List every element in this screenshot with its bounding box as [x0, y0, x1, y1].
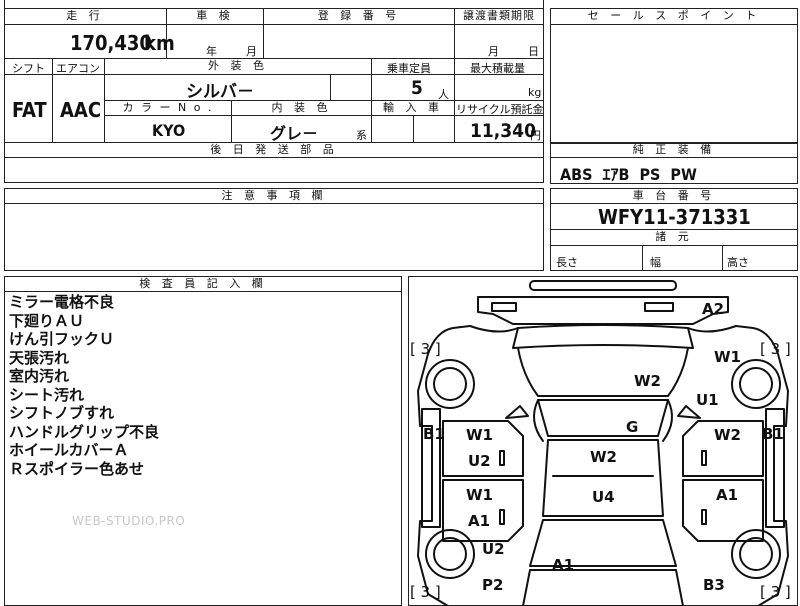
ac-header: エアコン [56, 62, 100, 75]
damage-label-w2-right-door: W2 [714, 426, 741, 444]
inspection-year-unit: 年 [206, 45, 217, 58]
capacity-header: 乗車定員 [387, 62, 431, 75]
ext-color-value: シルバ－ [186, 82, 254, 102]
shift-header: シフト [12, 62, 45, 75]
damage-label-b1-left: B1 [423, 425, 445, 443]
damage-label-a1-bottom: A1 [552, 556, 575, 574]
damage-label-b1-right: B1 [762, 425, 784, 443]
sales-point-header: セ ー ル ス ポ イ ン ト [551, 10, 797, 22]
damage-label-w1-left-rear: W1 [466, 486, 493, 504]
load-unit: kg [528, 86, 542, 99]
inspection-header: 車 検 [167, 10, 263, 22]
inspector-note: けん引フックＵ [9, 330, 115, 348]
recycle-unit: 円 [530, 129, 541, 142]
later-parts-header: 後 日 発 送 部 品 [5, 144, 543, 156]
registration-header: 登 録 番 号 [264, 10, 454, 22]
damage-label-w2-roof: W2 [590, 448, 617, 466]
recycle-header: リサイクル預託金 [456, 103, 544, 116]
interior-value: グレ－ [270, 124, 319, 143]
color-no-header: カ ラ ー N o . [105, 102, 231, 114]
equipment-header: 純 正 装 備 [551, 144, 797, 156]
color-no-value: KYO [152, 121, 186, 140]
mileage-unit: km [144, 31, 175, 55]
bracket-count-bl: [ 3 ] [410, 583, 441, 601]
bracket-count-tr: [ 3 ] [760, 340, 791, 358]
inspector-notes-list: ミラー電格不良 下廻りＡＵ けん引フックＵ 天張汚れ 室内汚れ シート汚れ シフ… [9, 293, 159, 478]
inspector-note: ハンドルグリップ不良 [9, 422, 160, 441]
inspection-month-unit: 月 [246, 45, 257, 58]
transfer-month-unit: 月 [488, 45, 499, 58]
inspector-header: 検 査 員 記 入 欄 [5, 278, 401, 290]
mileage-value: 170,430 [70, 31, 152, 55]
transfer-deadline-header: 譲渡書類期限 [455, 10, 543, 22]
equipment-value: ABS ｴｱB PS PW [560, 165, 697, 184]
ac-value: AAC [60, 98, 102, 122]
inspector-note: シフトノブすれ [9, 404, 115, 422]
damage-label-b3: B3 [703, 576, 725, 594]
damage-label-g: G [626, 418, 639, 436]
damage-label-u2-left-door: U2 [468, 452, 491, 470]
interior-header: 内 装 色 [232, 102, 371, 114]
chassis-number: WFY11-371331 [598, 205, 751, 229]
dims-header: 諸 元 [551, 231, 797, 243]
max-load-header: 最大積載量 [470, 62, 525, 75]
chassis-header: 車 台 番 号 [551, 190, 797, 202]
inspector-note: Ｒスポイラー色あせ [9, 459, 145, 478]
bracket-count-br: [ 3 ] [760, 583, 791, 601]
later-parts-box [4, 157, 544, 183]
inspector-note: ホイールカバーＡ [9, 441, 129, 459]
import-header: 輸 入 車 [372, 102, 454, 114]
width-label: 幅 [650, 256, 661, 269]
damage-label-p2: P2 [482, 576, 504, 594]
damage-label-u4: U4 [592, 488, 615, 506]
watermark: WEB-STUDIO.PRO [72, 514, 186, 528]
length-label: 長さ [556, 256, 578, 269]
damage-label-w1-front-right: W1 [714, 348, 741, 366]
bracket-count-tl: [ 3 ] [410, 340, 441, 358]
damage-label-u1: U1 [696, 391, 719, 409]
capacity-value: 5 [411, 77, 423, 99]
sales-point-box [550, 8, 798, 144]
damage-label-a2: A2 [702, 300, 725, 318]
interior-suffix: 系 [356, 129, 367, 142]
inspector-note: 下廻りＡＵ [9, 311, 85, 330]
damage-label-a1-left-rear: A1 [468, 512, 491, 530]
damage-label-a1-right-rear: A1 [716, 486, 739, 504]
height-label: 高さ [727, 256, 749, 269]
ext-color-header: 外 装 色 [105, 60, 371, 72]
damage-label-w1-left-door: W1 [466, 426, 493, 444]
inspector-note: シート汚れ [9, 385, 85, 404]
transfer-day-unit: 日 [528, 45, 539, 58]
damage-label-u2-bottom: U2 [482, 540, 505, 558]
inspector-note: ミラー電格不良 [9, 293, 115, 311]
damage-label-w2-hood: W2 [634, 372, 661, 390]
shift-value: FAT [12, 98, 47, 122]
mileage-header: 走 行 [5, 10, 165, 22]
inspector-note: 室内汚れ [9, 367, 70, 385]
inspector-note: 天張汚れ [9, 348, 70, 367]
recycle-value: 11,340 [470, 120, 536, 142]
caution-header: 注 意 事 項 欄 [5, 190, 543, 202]
